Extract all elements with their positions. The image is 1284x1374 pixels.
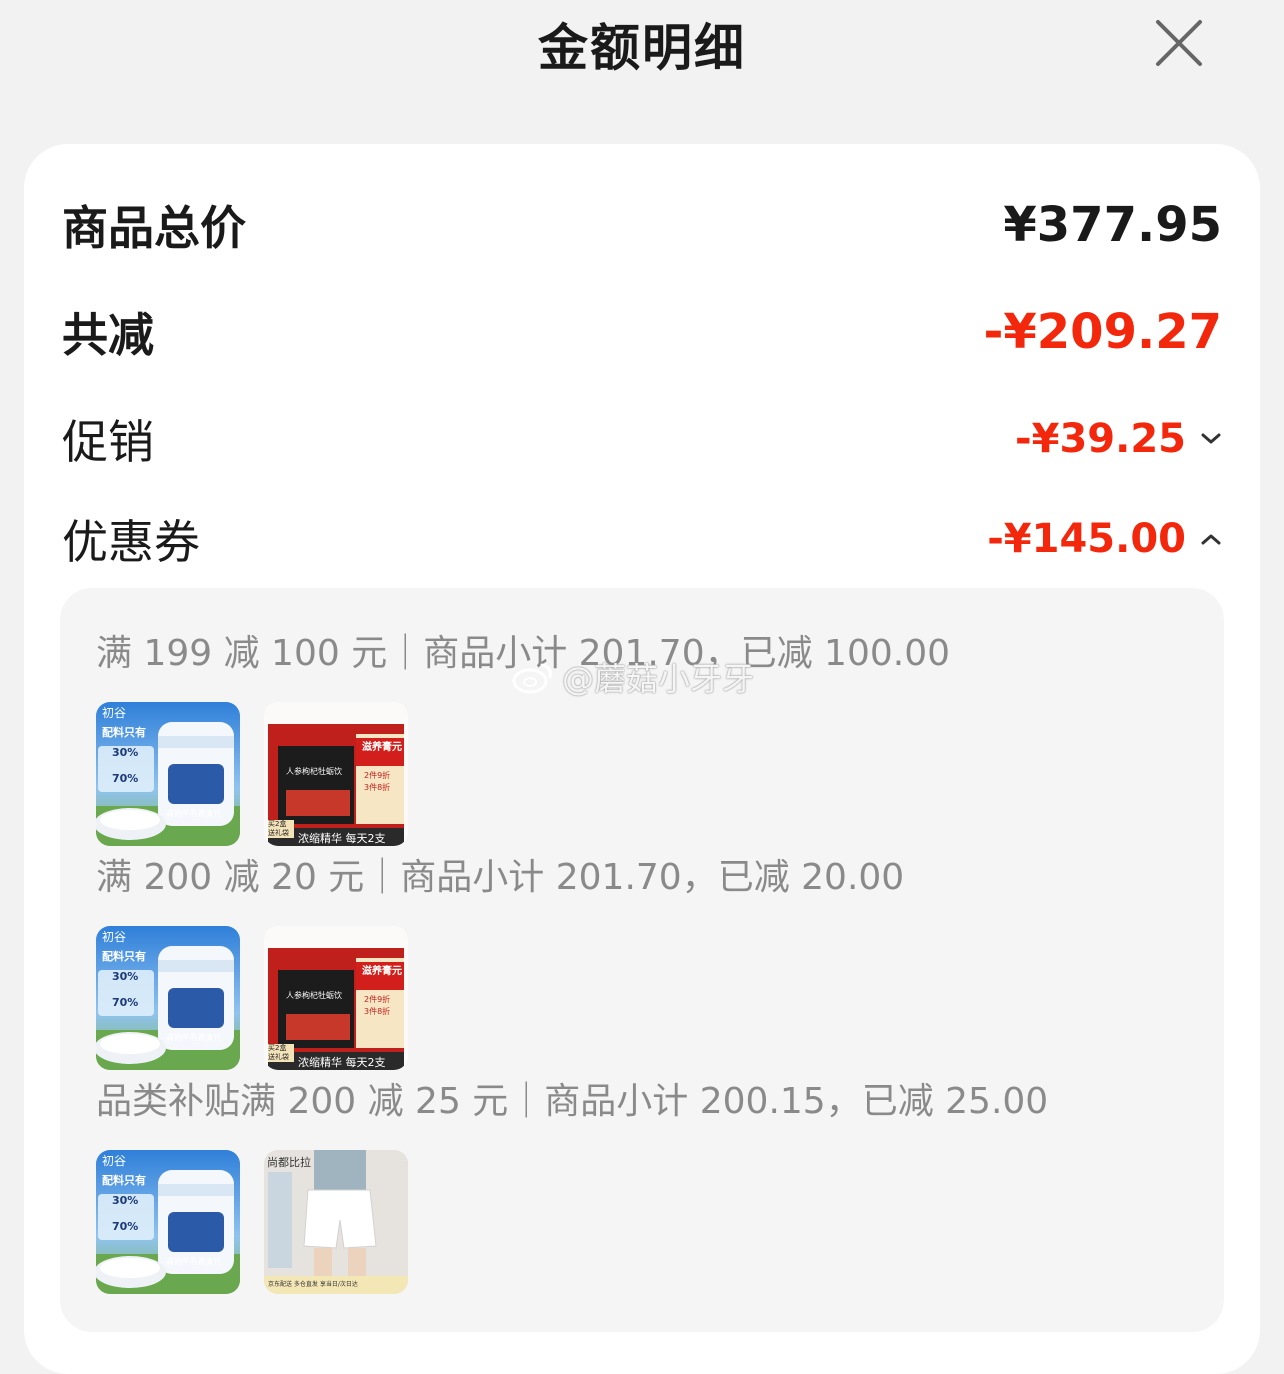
product-line-text: 人参枸杞牡蛎饮 (286, 991, 342, 1000)
product-line-text: 3件8折 (364, 783, 391, 792)
coupon-group: 品类补贴满 200 减 25 元｜商品小计 200.15，已减 25.00 初谷… (96, 1072, 1048, 1294)
product-line-text: 3件8折 (364, 1007, 391, 1016)
total-price-row: 商品总价 ¥377.95 (62, 192, 1222, 258)
chevron-up-icon[interactable] (1200, 532, 1222, 546)
product-caption-text: 高钙牛乳燕麦片 (166, 1033, 222, 1042)
ginseng-gift-box-product-image[interactable]: 人参枸杞牡蛎饮 滋养膏元 2件9折 3件8折 买2盒 送礼袋 浓缩精华 每天2支 (264, 926, 408, 1070)
amount-detail-card: 商品总价 ¥377.95 共减 -¥209.27 促销 -¥39.25 优惠券 … (24, 144, 1260, 1374)
product-line-text: 配料只有 (102, 726, 146, 739)
coupon-amount: -¥145.00 (987, 516, 1222, 562)
coupon-label: 优惠券 (62, 515, 200, 569)
coupon-rule-text: 品类补贴满 200 减 25 元｜商品小计 200.15，已减 25.00 (96, 1081, 1049, 1122)
coupon-group: 满 200 减 20 元｜商品小计 201.70，已减 20.00 初谷 配料只… (96, 848, 904, 1070)
header: 金额明细 (0, 0, 1284, 90)
product-caption-text: 浓缩精华 每天2支 (298, 832, 386, 845)
product-line-text: 70% (112, 772, 139, 785)
product-line-text: 滋养膏元 (362, 966, 402, 977)
total-saved-value: -¥209.27 (983, 304, 1222, 360)
product-line-text: 30% (112, 970, 139, 983)
product-tag-text: 买2盒 送礼袋 (268, 1044, 294, 1062)
coupon-rule-text: 满 200 减 20 元｜商品小计 201.70，已减 20.00 (96, 857, 905, 898)
chevron-down-icon[interactable] (1200, 432, 1222, 446)
ginseng-gift-box-product-image[interactable]: 人参枸杞牡蛎饮 滋养膏元 2件9折 3件8折 买2盒 送礼袋 浓缩精华 每天2支 (264, 702, 408, 846)
coupon-row[interactable]: 优惠券 -¥145.00 (62, 506, 1222, 572)
product-thumbnails: 初谷 配料只有 30% 70% 高钙牛乳燕麦片 (96, 1150, 1048, 1294)
watermark: @蘑菇小牙牙 (512, 654, 754, 700)
promotion-row[interactable]: 促销 -¥39.25 (62, 406, 1222, 472)
product-line-text: 人参枸杞牡蛎饮 (286, 767, 342, 776)
product-line-text: 30% (112, 1194, 139, 1207)
product-thumbnails: 初谷 配料只有 30% 70% 高钙牛乳燕麦片 (96, 926, 904, 1070)
product-caption-text: 京东配送 多仓直发 享当日/次日达 (268, 1281, 358, 1288)
product-line-text: 70% (112, 996, 139, 1009)
product-line-text: 配料只有 (102, 1174, 146, 1187)
product-brand-text: 尚都比拉 (267, 1156, 311, 1169)
product-line-text: 滋养膏元 (362, 742, 402, 753)
product-line-text: 2件9折 (364, 995, 391, 1004)
product-brand-text: 初谷 (102, 1154, 127, 1168)
product-brand-text: 初谷 (102, 930, 127, 944)
coupon-value: -¥145.00 (987, 516, 1186, 562)
milk-oats-product-image[interactable]: 初谷 配料只有 30% 70% 高钙牛乳燕麦片 (96, 926, 240, 1070)
white-shorts-product-image[interactable]: 尚都比拉 京东配送 多仓直发 享当日/次日达 (264, 1150, 408, 1294)
promotion-label: 促销 (62, 415, 154, 469)
product-line-text: 配料只有 (102, 950, 146, 963)
weibo-icon (512, 663, 552, 694)
product-caption-text: 高钙牛乳燕麦片 (166, 1257, 222, 1266)
promotion-amount: -¥39.25 (1015, 416, 1222, 462)
total-price-label: 商品总价 (62, 201, 246, 255)
product-line-text: 30% (112, 746, 139, 759)
product-caption-text: 浓缩精华 每天2支 (298, 1056, 386, 1069)
close-icon[interactable] (1150, 14, 1208, 72)
product-brand-text: 初谷 (102, 706, 127, 720)
milk-oats-product-image[interactable]: 初谷 配料只有 30% 70% 高钙牛乳燕麦片 (96, 1150, 240, 1294)
product-thumbnails: 初谷 配料只有 30% 70% 高钙牛乳燕麦片 (96, 702, 950, 846)
total-saved-label: 共减 (62, 308, 154, 362)
promotion-value: -¥39.25 (1015, 416, 1186, 462)
milk-oats-product-image[interactable]: 初谷 配料只有 30% 70% 高钙牛乳燕麦片 (96, 702, 240, 846)
product-line-text: 2件9折 (364, 771, 391, 780)
product-tag-text: 买2盒 送礼袋 (268, 820, 294, 838)
product-line-text: 70% (112, 1220, 139, 1233)
product-caption-text: 高钙牛乳燕麦片 (166, 809, 222, 818)
total-price-value: ¥377.95 (1003, 197, 1222, 253)
watermark-text: @蘑菇小牙牙 (562, 660, 755, 698)
page-title: 金额明细 (538, 19, 746, 77)
total-saved-row: 共减 -¥209.27 (62, 299, 1222, 365)
